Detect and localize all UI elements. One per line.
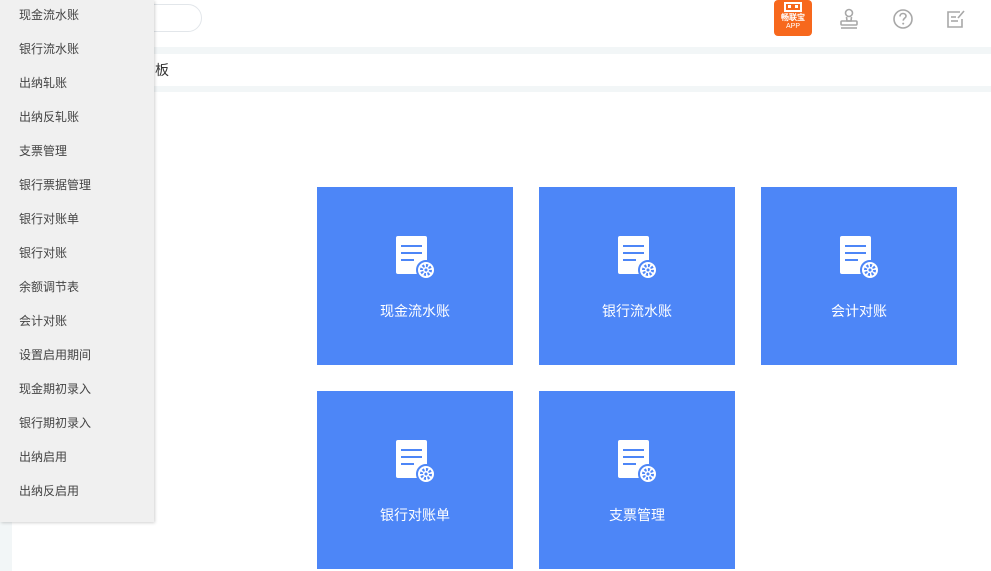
- menu-item-cash-journal[interactable]: 现金流水账: [0, 0, 154, 32]
- tile-label: 银行流水账: [602, 303, 672, 319]
- tab-dashboard[interactable]: 板: [155, 62, 169, 78]
- menu-item-bank-journal[interactable]: 银行流水账: [0, 32, 154, 66]
- tile-label: 会计对账: [831, 303, 887, 319]
- document-settings-icon: [396, 440, 436, 484]
- menu-item-cashier-disable[interactable]: 出纳反启用: [0, 474, 154, 508]
- tile-accounting-reconciliation[interactable]: 会计对账: [761, 187, 957, 365]
- tile-label: 支票管理: [609, 507, 665, 523]
- menu-item-cash-opening[interactable]: 现金期初录入: [0, 372, 154, 406]
- menu-item-bank-notes[interactable]: 银行票据管理: [0, 168, 154, 202]
- qr-code-icon: [784, 2, 802, 12]
- document-settings-icon: [618, 440, 658, 484]
- document-settings-icon: [840, 236, 880, 280]
- app-badge-sub: APP: [785, 23, 800, 30]
- menu-item-bank-opening[interactable]: 银行期初录入: [0, 406, 154, 440]
- menu-item-check-management[interactable]: 支票管理: [0, 134, 154, 168]
- app-page: 畅联宝 APP 板 现金流水账 银行流水账 会计对账 银行对账单 支票管理 现金…: [0, 0, 991, 571]
- stamp-icon[interactable]: [838, 8, 860, 30]
- menu-item-bank-statement[interactable]: 银行对账单: [0, 202, 154, 236]
- menu-item-accounting-reconciliation[interactable]: 会计对账: [0, 304, 154, 338]
- menu-item-set-start-period[interactable]: 设置启用期间: [0, 338, 154, 372]
- edit-note-icon[interactable]: [945, 8, 967, 30]
- cashier-dropdown-menu: 现金流水账 银行流水账 出纳轧账 出纳反轧账 支票管理 银行票据管理 银行对账单…: [0, 0, 154, 522]
- document-settings-icon: [396, 236, 436, 280]
- app-download-badge[interactable]: 畅联宝 APP: [774, 0, 812, 36]
- tile-check-management[interactable]: 支票管理: [539, 391, 735, 569]
- tile-label: 银行对账单: [380, 507, 450, 523]
- tile-label: 现金流水账: [380, 303, 450, 319]
- tile-bank-statement[interactable]: 银行对账单: [317, 391, 513, 569]
- app-badge-name: 畅联宝: [781, 13, 805, 22]
- menu-item-bank-reconciliation[interactable]: 银行对账: [0, 236, 154, 270]
- tile-cash-journal[interactable]: 现金流水账: [317, 187, 513, 365]
- menu-item-cashier-enable[interactable]: 出纳启用: [0, 440, 154, 474]
- document-settings-icon: [618, 236, 658, 280]
- menu-item-cashier-reopen[interactable]: 出纳反轧账: [0, 100, 154, 134]
- menu-item-cashier-close[interactable]: 出纳轧账: [0, 66, 154, 100]
- help-icon[interactable]: [892, 8, 914, 30]
- tile-bank-journal[interactable]: 银行流水账: [539, 187, 735, 365]
- menu-item-balance-adjustment[interactable]: 余额调节表: [0, 270, 154, 304]
